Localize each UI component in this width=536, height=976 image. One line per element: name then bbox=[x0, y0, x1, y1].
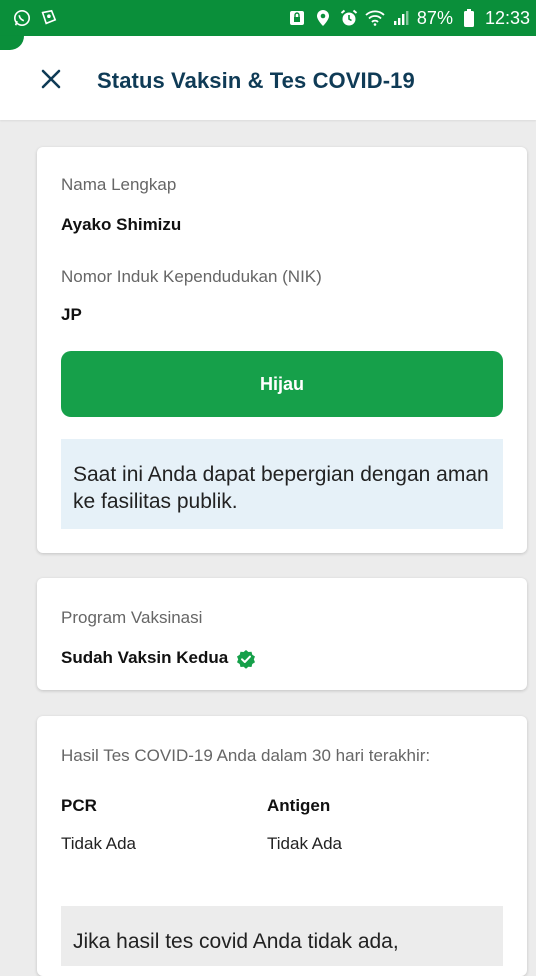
battery-percent: 87% bbox=[416, 7, 453, 28]
status-right: 87% 12:33 bbox=[287, 8, 530, 29]
gallery-icon bbox=[38, 8, 58, 28]
pcr-value: Tidak Ada bbox=[61, 834, 136, 853]
name-label: Nama Lengkap bbox=[61, 175, 177, 194]
antigen-label: Antigen bbox=[267, 796, 331, 815]
page-title: Status Vaksin & Tes COVID-19 bbox=[97, 68, 415, 93]
test-results-heading: Hasil Tes COVID-19 Anda dalam 30 hari te… bbox=[61, 746, 431, 765]
vaccination-label: Program Vaksinasi bbox=[61, 608, 203, 627]
vaccination-card: Program Vaksinasi Sudah Vaksin Kedua bbox=[37, 578, 527, 690]
verified-check-icon bbox=[237, 649, 256, 669]
clock: 12:33 bbox=[484, 7, 530, 28]
app-bar: Status Vaksin & Tes COVID-19 bbox=[0, 36, 536, 120]
identity-card: Nama Lengkap Ayako Shimizu Nomor Induk K… bbox=[37, 147, 527, 553]
vpn-lock-icon bbox=[287, 8, 307, 28]
app-bar-corner bbox=[0, 36, 24, 50]
nik-label: Nomor Induk Kependudukan (NIK) bbox=[61, 267, 322, 286]
alarm-icon bbox=[339, 8, 359, 28]
close-button[interactable] bbox=[36, 64, 66, 94]
name-value: Ayako Shimizu bbox=[61, 215, 182, 234]
status-bar: 87% 12:33 bbox=[0, 0, 536, 36]
health-status-button[interactable]: Hijau bbox=[61, 351, 503, 417]
nik-value: JP bbox=[61, 305, 82, 324]
test-note: Jika hasil tes covid Anda tidak ada, bbox=[61, 906, 503, 966]
test-results-card: Hasil Tes COVID-19 Anda dalam 30 hari te… bbox=[37, 716, 527, 976]
status-left bbox=[12, 8, 58, 28]
wifi-icon bbox=[365, 8, 385, 28]
vaccination-value: Sudah Vaksin Kedua bbox=[61, 648, 229, 667]
whatsapp-icon bbox=[12, 8, 32, 28]
battery-icon bbox=[459, 8, 479, 28]
pcr-label: PCR bbox=[61, 796, 97, 815]
antigen-value: Tidak Ada bbox=[267, 834, 342, 853]
status-message: Saat ini Anda dapat bepergian dengan ama… bbox=[61, 439, 503, 529]
close-icon bbox=[41, 69, 61, 89]
signal-icon bbox=[391, 8, 411, 28]
location-icon bbox=[313, 8, 333, 28]
vaccination-status: Sudah Vaksin Kedua bbox=[61, 648, 256, 669]
